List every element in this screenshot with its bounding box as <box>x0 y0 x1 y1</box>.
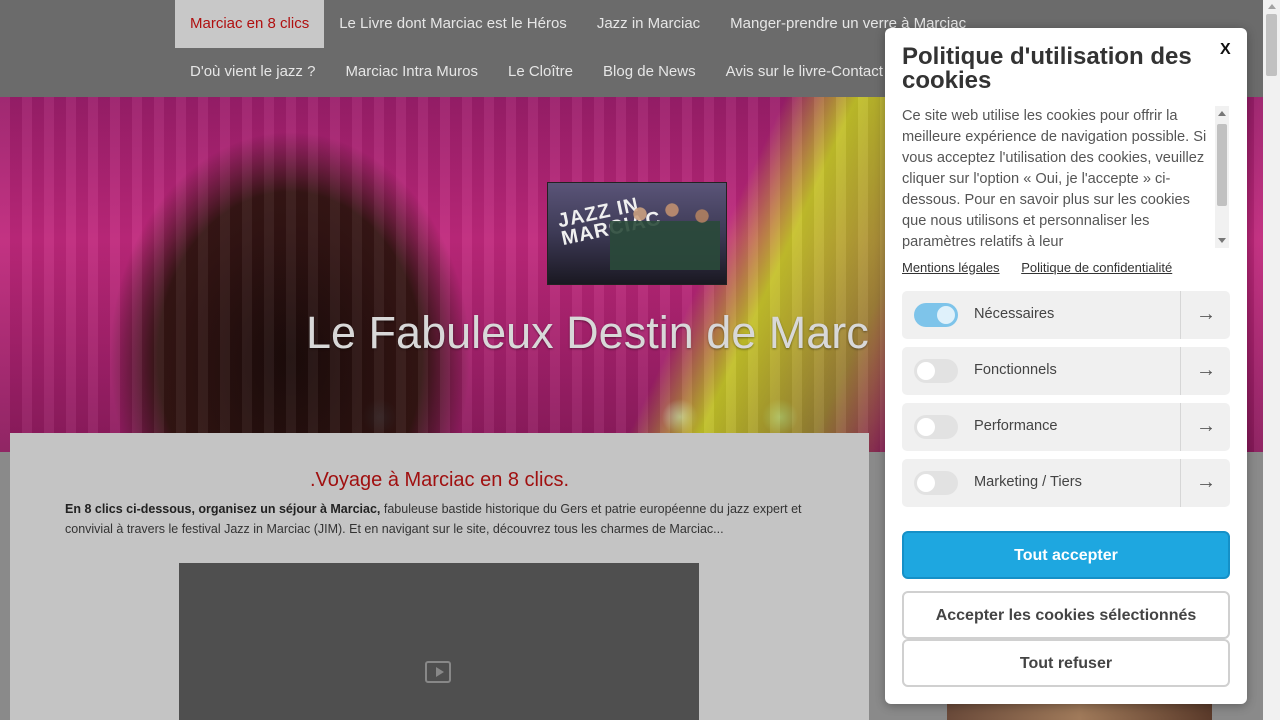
cookie-description-container: Ce site web utilise les cookies pour off… <box>902 106 1230 250</box>
nav-item-livre[interactable]: Le Livre dont Marciac est le Héros <box>324 0 582 48</box>
privacy-policy-link[interactable]: Politique de confidentialité <box>1021 260 1172 275</box>
intro-paragraph: En 8 clics ci-dessous, organisez un séjo… <box>65 499 845 539</box>
cookie-category-performance: Performance → <box>902 403 1230 451</box>
site-logo[interactable]: JAZZ IN MARCIAC <box>547 182 727 285</box>
nav-item-intra-muros[interactable]: Marciac Intra Muros <box>330 48 493 97</box>
main-content: .Voyage à Marciac en 8 clics. En 8 clics… <box>10 433 869 720</box>
necessary-toggle[interactable] <box>914 303 958 327</box>
cookie-consent-dialog: Politique d'utilisation des cookies X Ce… <box>885 28 1247 704</box>
toggle-knob <box>937 306 955 324</box>
expand-button[interactable]: → <box>1180 291 1230 339</box>
cookie-description: Ce site web utilise les cookies pour off… <box>902 108 1207 250</box>
category-label: Marketing / Tiers <box>974 474 1082 490</box>
nav-row-2: D'où vient le jazz ? Marciac Intra Muros… <box>175 48 898 97</box>
description-scrollbar[interactable] <box>1215 106 1229 248</box>
accept-selected-button[interactable]: Accepter les cookies sélectionnés <box>902 591 1230 639</box>
nav-item-cloitre[interactable]: Le Cloître <box>493 48 588 97</box>
nav-item-origine-jazz[interactable]: D'où vient le jazz ? <box>175 48 330 97</box>
nav-row-1: Marciac en 8 clics Le Livre dont Marciac… <box>175 0 981 48</box>
functional-toggle[interactable] <box>914 359 958 383</box>
cookie-links: Mentions légales Politique de confidenti… <box>902 260 1190 275</box>
arrow-right-icon: → <box>1196 415 1216 437</box>
arrow-right-icon: → <box>1196 303 1216 325</box>
cookie-dialog-title: Politique d'utilisation des cookies <box>902 43 1192 94</box>
category-label: Nécessaires <box>974 306 1055 322</box>
close-button[interactable]: X <box>1220 41 1231 59</box>
play-icon[interactable] <box>425 661 451 683</box>
scroll-up-icon[interactable] <box>1218 111 1226 116</box>
marketing-toggle[interactable] <box>914 471 958 495</box>
cookie-category-necessary: Nécessaires → <box>902 291 1230 339</box>
expand-button[interactable]: → <box>1180 403 1230 451</box>
expand-button[interactable]: → <box>1180 347 1230 395</box>
cookie-category-functional: Fonctionnels → <box>902 347 1230 395</box>
cookie-category-marketing: Marketing / Tiers → <box>902 459 1230 507</box>
intro-bold: En 8 clics ci-dessous, organisez un séjo… <box>65 502 381 516</box>
performance-toggle[interactable] <box>914 415 958 439</box>
category-label: Fonctionnels <box>974 362 1057 378</box>
video-player[interactable] <box>179 563 699 720</box>
nav-item-contact[interactable]: Avis sur le livre-Contact <box>711 48 898 97</box>
nav-item-blog[interactable]: Blog de News <box>588 48 711 97</box>
scroll-down-icon[interactable] <box>1218 238 1226 243</box>
nav-item-jazz-in-marciac[interactable]: Jazz in Marciac <box>582 0 715 48</box>
scrollbar-thumb[interactable] <box>1217 124 1227 206</box>
accept-all-button[interactable]: Tout accepter <box>902 531 1230 579</box>
scroll-up-icon[interactable] <box>1268 4 1276 9</box>
arrow-right-icon: → <box>1196 471 1216 493</box>
refuse-all-button[interactable]: Tout refuser <box>902 639 1230 687</box>
scrollbar-thumb[interactable] <box>1266 14 1277 76</box>
expand-button[interactable]: → <box>1180 459 1230 507</box>
hero-title: Le Fabuleux Destin de Marc <box>306 307 869 358</box>
toggle-knob <box>917 474 935 492</box>
logo-image <box>610 200 720 270</box>
page-title: .Voyage à Marciac en 8 clics. <box>309 469 569 491</box>
category-label: Performance <box>974 418 1058 434</box>
legal-notice-link[interactable]: Mentions légales <box>902 260 1000 275</box>
arrow-right-icon: → <box>1196 359 1216 381</box>
page-scrollbar[interactable] <box>1263 0 1280 720</box>
toggle-knob <box>917 362 935 380</box>
toggle-knob <box>917 418 935 436</box>
nav-item-marciac-8-clics[interactable]: Marciac en 8 clics <box>175 0 325 48</box>
